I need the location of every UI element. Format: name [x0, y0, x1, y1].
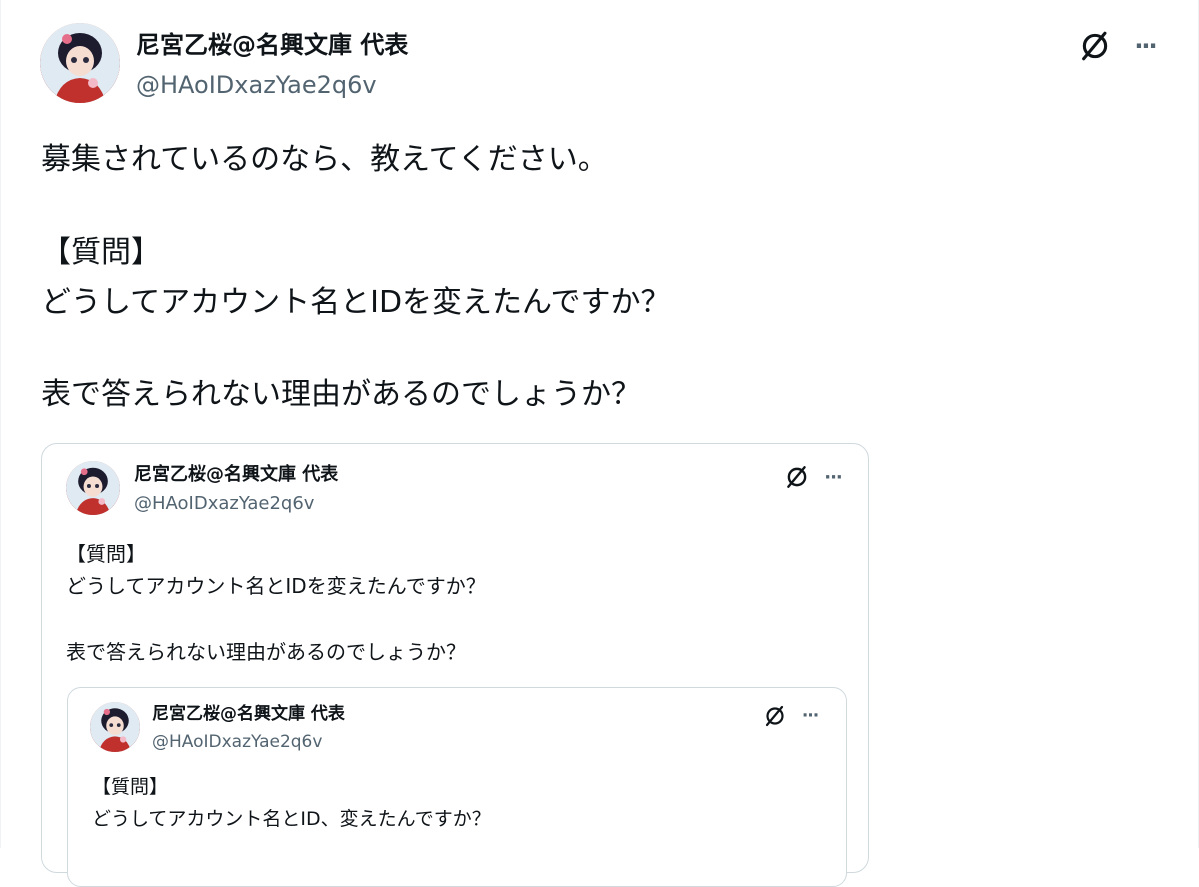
more-dots-icon[interactable]: ··· — [818, 462, 848, 492]
handle[interactable]: @HAoIDxazYae2q6v — [152, 730, 322, 754]
tweet-text-line: 【質問】 — [92, 776, 169, 798]
avatar[interactable] — [40, 23, 120, 103]
more-label: ··· — [1134, 32, 1157, 60]
tweet-text-line: 【質問】 — [66, 542, 146, 566]
avatar[interactable] — [90, 702, 140, 752]
tweet-text-line: どうしてアカウント名とIDを変えたんですか？ — [41, 285, 671, 320]
display-name[interactable]: 尼宮乙桜@名興文庫 代表 — [152, 702, 345, 726]
tweet-text-line: 募集されているのなら、教えてください。 — [41, 142, 608, 177]
slashed-circle-icon[interactable] — [761, 702, 789, 730]
quoted-tweet[interactable]: 尼宮乙桜@名興文庫 代表 @HAoIDxazYae2q6v ··· 【質問】 ど… — [67, 687, 847, 887]
tweet-detail: 尼宮乙桜@名興文庫 代表 @HAoIDxazYae2q6v ··· 募集されてい… — [0, 0, 1199, 887]
display-name[interactable]: 尼宮乙桜@名興文庫 代表 — [136, 28, 408, 62]
more-dots-icon[interactable]: ··· — [796, 702, 824, 730]
more-label: ··· — [824, 466, 842, 488]
tweet-text-line: どうしてアカウント名とID、変えたんですか？ — [92, 808, 491, 830]
slashed-circle-icon[interactable] — [1075, 26, 1115, 66]
tweet-text-line: 表で答えられない理由があるのでしょうか？ — [66, 640, 466, 664]
handle[interactable]: @HAoIDxazYae2q6v — [136, 68, 377, 102]
tweet-text-line: どうしてアカウント名とIDを変えたんですか？ — [66, 574, 486, 598]
avatar[interactable] — [66, 461, 120, 515]
more-label: ··· — [801, 706, 819, 726]
tweet-text-line: 表で答えられない理由があるのでしょうか？ — [41, 377, 641, 412]
handle[interactable]: @HAoIDxazYae2q6v — [134, 491, 314, 517]
quoted-tweet[interactable]: 尼宮乙桜@名興文庫 代表 @HAoIDxazYae2q6v ··· 【質問】 ど… — [41, 443, 869, 887]
tweet-text-line: 【質問】 — [41, 235, 161, 270]
slashed-circle-icon[interactable] — [782, 462, 812, 492]
more-dots-icon[interactable]: ··· — [1125, 26, 1165, 66]
display-name[interactable]: 尼宮乙桜@名興文庫 代表 — [134, 462, 338, 488]
